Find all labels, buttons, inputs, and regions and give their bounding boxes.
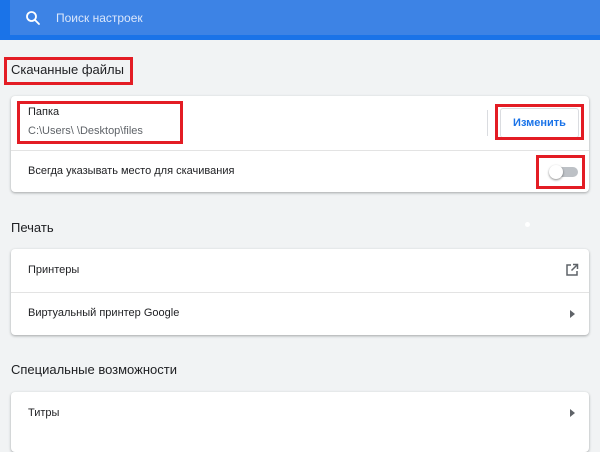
printers-row[interactable]: Принтеры bbox=[11, 249, 589, 292]
arrow-right-icon bbox=[570, 409, 575, 417]
accessibility-card: Титры bbox=[11, 392, 589, 452]
printing-card: Принтеры Виртуальный принтер Google bbox=[11, 249, 589, 335]
printers-label: Принтеры bbox=[28, 264, 80, 276]
google-cloud-print-row[interactable]: Виртуальный принтер Google bbox=[11, 293, 589, 335]
highlight-frame-button bbox=[495, 104, 584, 140]
printing-section-title: Печать bbox=[11, 220, 54, 235]
external-link-icon[interactable] bbox=[565, 263, 579, 277]
highlight-frame-title bbox=[4, 57, 133, 85]
search-input[interactable]: Поиск настроек bbox=[56, 11, 143, 25]
captions-row[interactable]: Титры bbox=[11, 392, 589, 434]
search-box[interactable]: Поиск настроек bbox=[10, 0, 600, 35]
search-icon bbox=[26, 10, 40, 25]
ask-location-row[interactable]: Всегда указывать место для скачивания bbox=[11, 151, 589, 192]
highlight-frame-folder bbox=[17, 101, 183, 144]
ask-location-label: Всегда указывать место для скачивания bbox=[28, 165, 235, 177]
settings-toolbar: Поиск настроек bbox=[0, 0, 600, 40]
arrow-right-icon bbox=[570, 310, 575, 318]
accessibility-section-title: Специальные возможности bbox=[11, 362, 177, 377]
row-separator bbox=[487, 110, 488, 136]
cursor-dot bbox=[525, 222, 530, 227]
captions-label: Титры bbox=[28, 407, 60, 419]
highlight-frame-toggle bbox=[536, 155, 585, 189]
google-cloud-print-label: Виртуальный принтер Google bbox=[28, 307, 180, 319]
